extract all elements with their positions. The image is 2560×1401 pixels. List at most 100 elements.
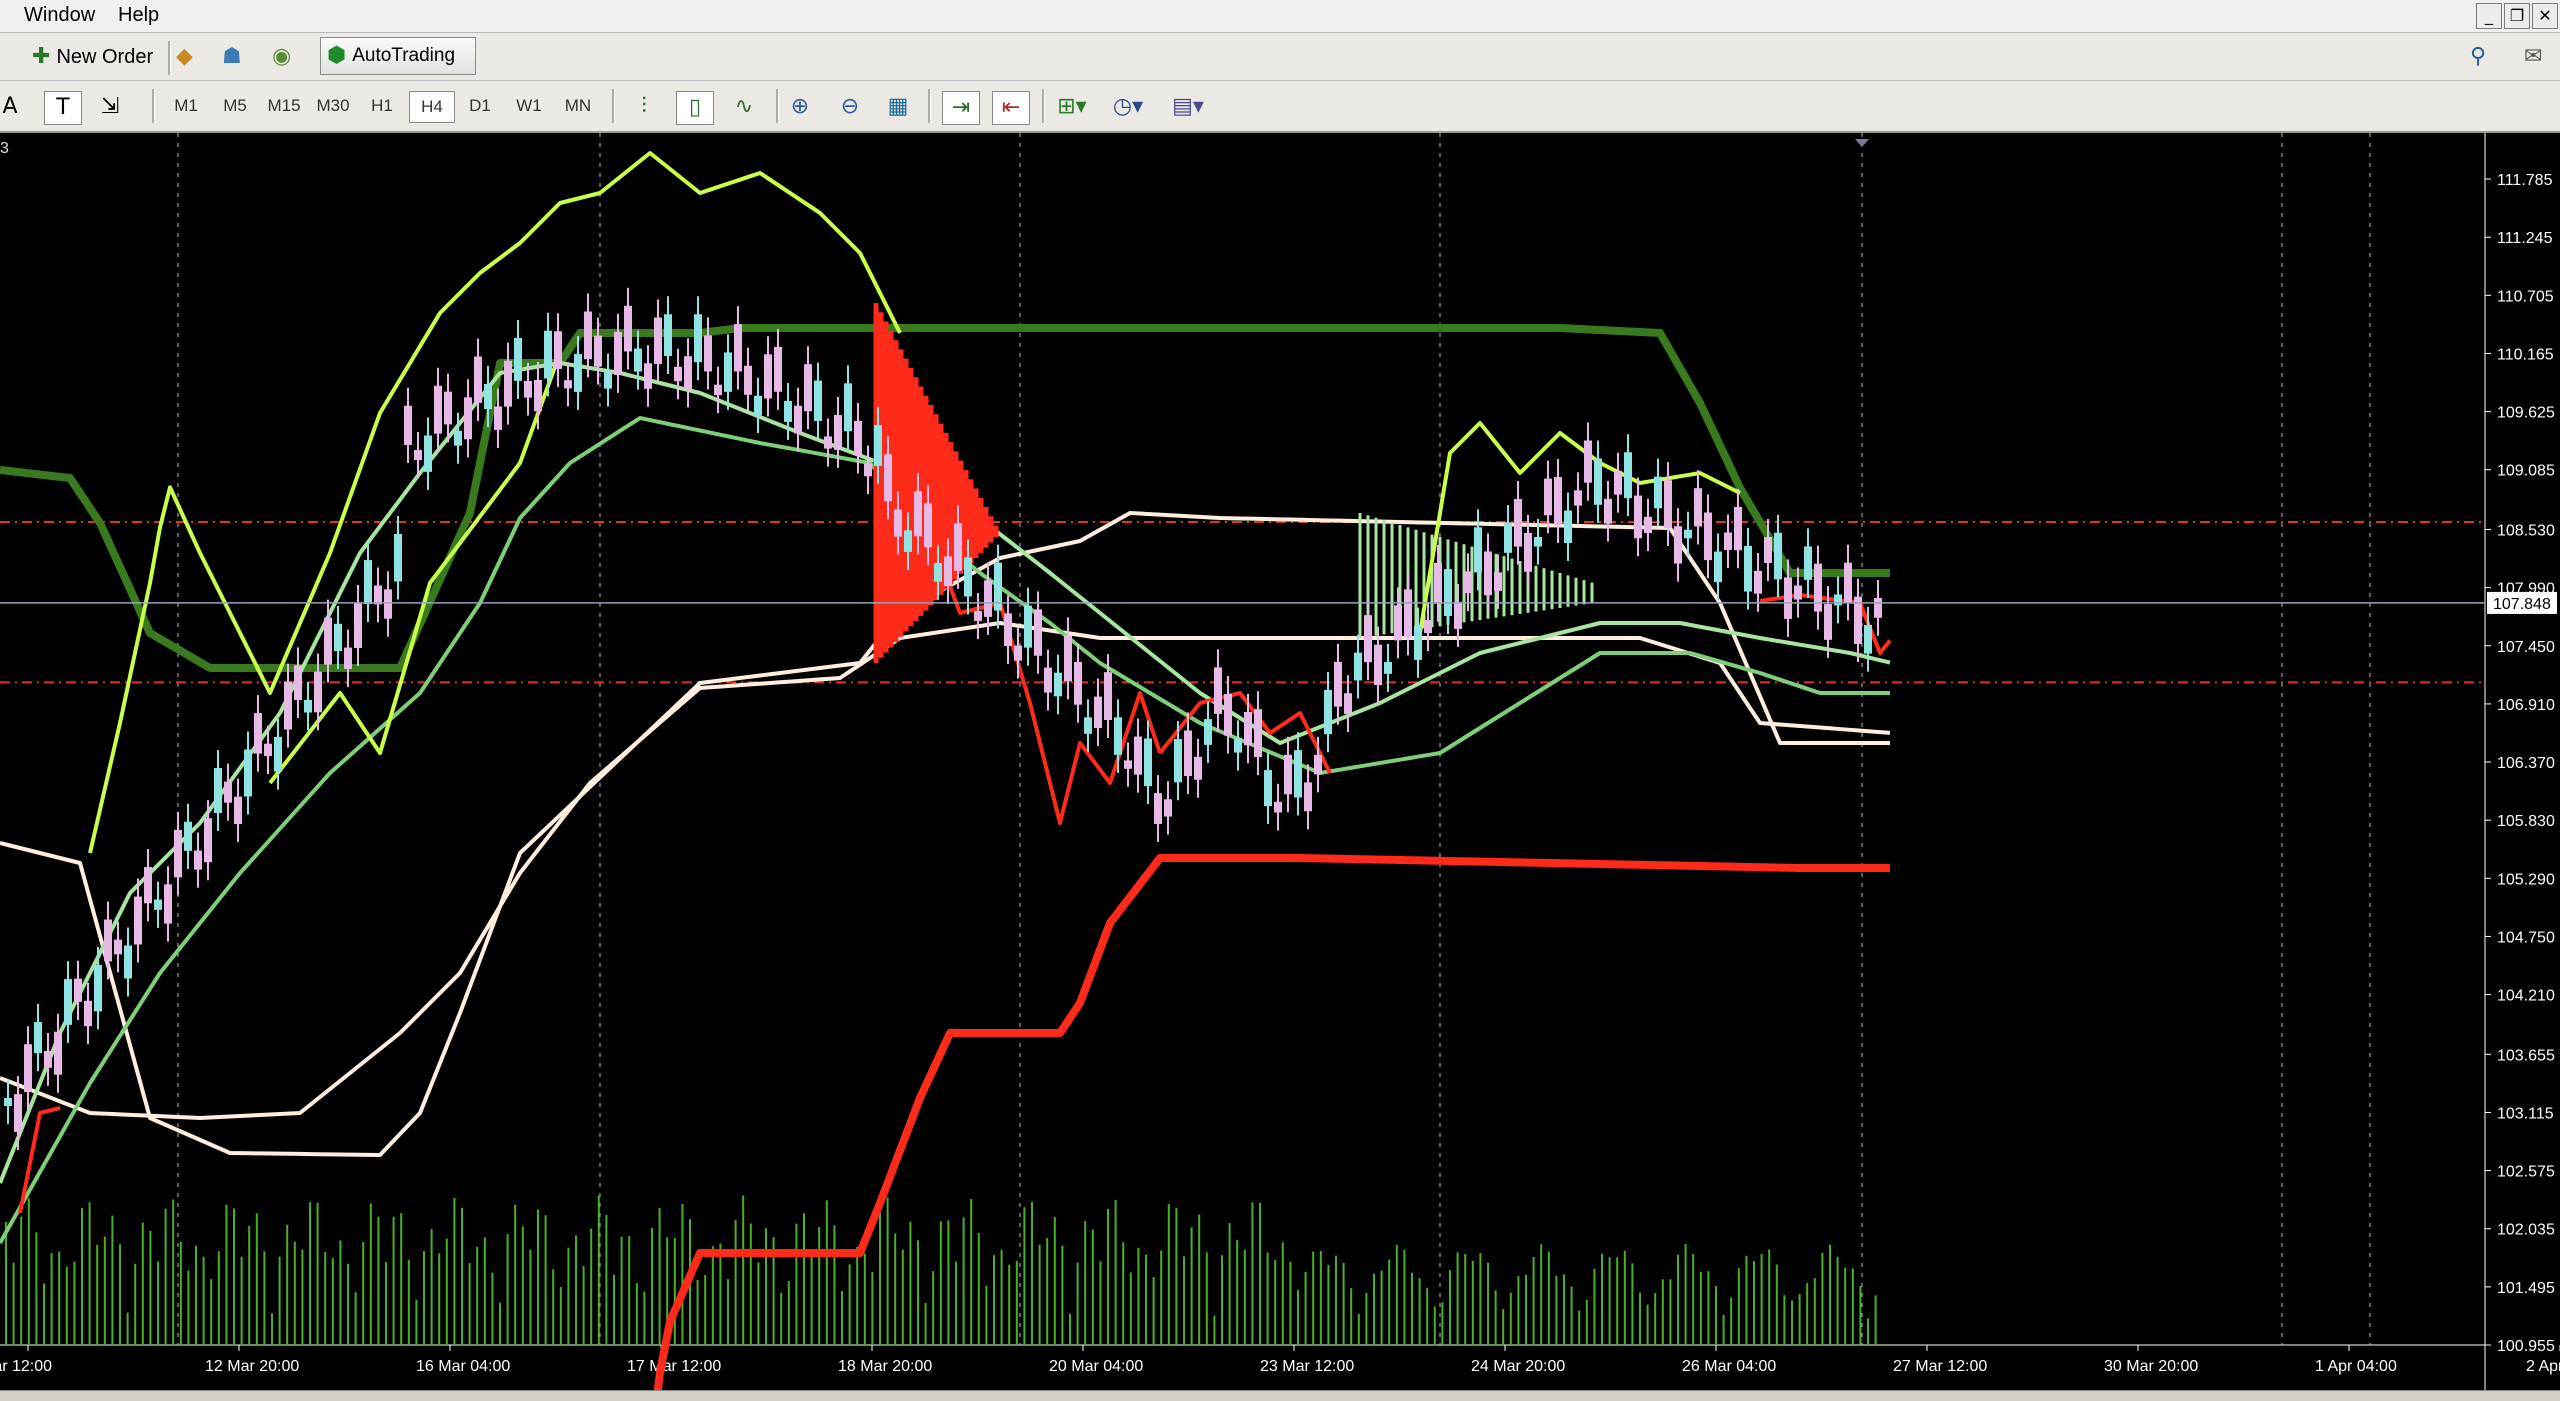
candlestick-button[interactable]: ▯ <box>676 91 714 125</box>
toolbar-separator <box>776 89 779 123</box>
candle-body <box>154 899 162 910</box>
signal-button[interactable]: ◉ <box>272 39 291 75</box>
candle-body <box>1694 488 1702 527</box>
y-tick-label: 102.575 <box>2497 1164 2555 1181</box>
candle-body <box>1044 667 1052 693</box>
toolbar-separator <box>928 89 931 123</box>
candle-body <box>424 435 432 472</box>
menu-window[interactable]: Window <box>24 4 95 27</box>
bar-chart-button[interactable]: ⫶ <box>626 91 662 123</box>
minimize-button[interactable]: _ <box>2476 3 2502 29</box>
autotrading-button[interactable]: ⬢ AutoTrading <box>320 37 476 75</box>
candle-body <box>454 430 462 446</box>
candle-body <box>214 768 222 813</box>
tf-h1[interactable]: H1 <box>360 91 404 121</box>
tf-d1[interactable]: D1 <box>458 91 502 121</box>
toolbar-separator <box>152 89 155 123</box>
candle-body <box>934 562 942 582</box>
candle-body <box>1524 532 1532 572</box>
candle-body <box>1454 602 1462 629</box>
zoom-out-button[interactable]: ⊖ <box>832 91 868 123</box>
chart-shift-button[interactable]: ⇤ <box>992 91 1030 125</box>
candle-body <box>544 330 552 379</box>
candle-body <box>924 503 932 548</box>
indicators-button[interactable]: ⊞▾ <box>1054 91 1090 123</box>
candle-body <box>1184 730 1192 777</box>
candle-body <box>1134 736 1142 775</box>
x-tick-label: 30 Mar 20:00 <box>2104 1358 2198 1375</box>
price-chart[interactable]: 111.785 111.245 110.705 110.165 109.625 109.0… <box>0 133 2560 1400</box>
candle-body <box>824 436 832 449</box>
candle-body <box>1254 709 1262 758</box>
candle-body <box>974 611 982 621</box>
bar-chart-icon: ⫶ <box>641 94 647 119</box>
text-tool-button[interactable]: A <box>0 91 28 123</box>
candle-body <box>914 491 922 537</box>
zoom-in-button[interactable]: ⊕ <box>782 91 818 123</box>
candle-body <box>1584 440 1592 483</box>
candle-body <box>84 1000 92 1027</box>
tf-h4[interactable]: H4 <box>409 91 455 123</box>
candle-body <box>634 348 642 372</box>
chart-canvas[interactable]: 111.785 111.245 110.705 110.165 109.625 109.0… <box>0 133 2560 1400</box>
y-tick-label: 105.290 <box>2497 871 2555 888</box>
candle-body <box>64 979 72 1025</box>
candle-body <box>524 380 532 398</box>
candle-body <box>484 383 492 410</box>
autoscroll-button[interactable]: ⇥ <box>942 91 980 125</box>
candle-body <box>764 354 772 399</box>
candle-body <box>604 371 612 389</box>
tile-windows-button[interactable]: ▦ <box>880 91 916 123</box>
templates-button[interactable]: ▤▾ <box>1170 91 1206 123</box>
candle-body <box>1064 635 1072 682</box>
candle-body <box>1804 546 1812 580</box>
text-label-button[interactable]: T <box>44 91 82 125</box>
candle-body <box>4 1098 12 1106</box>
periods-button[interactable]: ◷▾ <box>1110 91 1146 123</box>
candle-body <box>1794 585 1802 600</box>
candle-body <box>1844 562 1852 603</box>
tf-w1[interactable]: W1 <box>507 91 551 121</box>
tf-m15[interactable]: M15 <box>262 91 306 121</box>
candle-body <box>754 395 762 416</box>
chat-button[interactable]: ✉ <box>2524 39 2542 75</box>
candle-body <box>104 919 112 962</box>
candle-body <box>274 736 282 772</box>
candle-body <box>1244 711 1252 746</box>
y-tick-label: 102.035 <box>2497 1222 2555 1239</box>
tf-m5[interactable]: M5 <box>213 91 257 121</box>
expert-button[interactable]: ◆ <box>176 39 193 75</box>
tf-m1[interactable]: M1 <box>164 91 208 121</box>
x-tick-label: 27 Mar 12:00 <box>1893 1358 1987 1375</box>
candle-body <box>554 331 562 369</box>
history-button[interactable]: ☗ <box>222 39 242 75</box>
new-order-button[interactable]: ✚ New Order <box>32 39 153 75</box>
autotrading-icon: ⬢ <box>327 43 347 68</box>
candlestick-icon: ▯ <box>688 95 702 120</box>
search-button[interactable]: ⚲ <box>2470 39 2486 75</box>
candle-body <box>1474 527 1482 573</box>
candle-body <box>724 352 732 392</box>
candle-body <box>1624 452 1632 499</box>
candle-body <box>954 523 962 571</box>
candle-body <box>1544 478 1552 516</box>
candle-body <box>1194 756 1202 780</box>
candle-body <box>574 353 582 392</box>
candle-body <box>494 406 502 430</box>
arrows-icon: ⇲ <box>100 94 120 119</box>
candle-body <box>714 384 722 396</box>
candle-body <box>1864 624 1872 654</box>
y-tick-label: 103.115 <box>2497 1105 2554 1122</box>
tf-mn[interactable]: MN <box>556 91 600 121</box>
tf-m30[interactable]: M30 <box>311 91 355 121</box>
candle-body <box>124 945 132 979</box>
restore-button[interactable]: ❐ <box>2504 3 2530 29</box>
arrows-tool-button[interactable]: ⇲ <box>92 91 128 123</box>
menu-help[interactable]: Help <box>118 4 159 27</box>
y-tick-label: 101.495 <box>2497 1280 2555 1297</box>
candle-body <box>1484 551 1492 596</box>
line-chart-button[interactable]: ∿ <box>726 91 762 123</box>
candle-body <box>774 346 782 392</box>
close-button[interactable]: ✕ <box>2532 3 2558 29</box>
candle-body <box>654 317 662 364</box>
